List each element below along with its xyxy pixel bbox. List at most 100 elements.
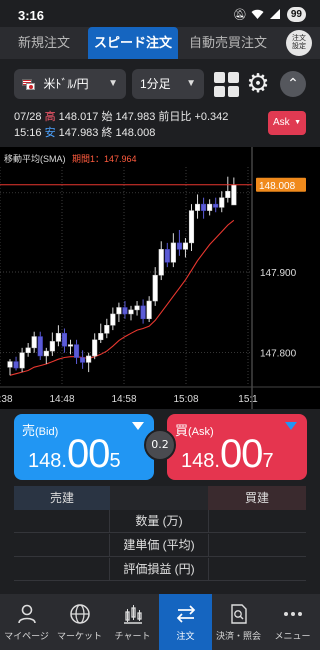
tab-auto-trade-order[interactable]: 自動売買注文: [178, 27, 278, 59]
x-tick-label: 15:08: [173, 394, 198, 405]
sma-line: [9, 219, 235, 376]
tab-speed-order[interactable]: スピード注文: [88, 27, 178, 59]
sell-quantity-cell: [14, 510, 110, 533]
candle-body: [92, 339, 98, 357]
candle-body: [13, 361, 19, 369]
sell-positions-header: 売建: [14, 486, 110, 510]
nav-label: 決済・照会: [215, 631, 261, 641]
positions-header-spacer: [110, 486, 208, 510]
high-value: 148.017: [58, 111, 99, 123]
buy-positions-header: 買建: [208, 486, 306, 510]
spread-badge: 0.2: [144, 429, 176, 461]
candle-body: [49, 341, 55, 352]
indicator-legend: 移動平均(SMA) 期間1：147.964: [4, 152, 137, 165]
nav-label: メニュー: [274, 631, 311, 641]
order-settings-line1: 注文: [292, 35, 306, 42]
nav-order[interactable]: 注文: [159, 594, 212, 650]
change-value: +0.342: [194, 111, 229, 123]
more-dots-icon: [283, 612, 302, 616]
candle-body: [122, 307, 128, 315]
globe-icon: [69, 604, 90, 624]
indicator-period: 期間1：147.964: [72, 154, 137, 164]
nav-market[interactable]: マーケット: [53, 594, 106, 650]
row-label-avg-price: 建単価 (平均): [123, 538, 195, 552]
candle-body: [86, 355, 92, 363]
status-icons: 🔕︎ 99: [233, 7, 306, 22]
layout-grid-icon[interactable]: [212, 70, 240, 98]
candle-body: [219, 197, 225, 208]
quote-date: 07/28: [14, 111, 42, 123]
gear-icon[interactable]: ⚙: [244, 70, 272, 98]
bid-price: 148.005: [28, 432, 121, 476]
y-tick-label: 147.900: [260, 268, 297, 279]
ask-toggle-label: Ask: [273, 117, 290, 128]
tick-down-icon: [285, 422, 297, 430]
row-label-pnl: 評価損益 (円): [123, 562, 195, 576]
timeframe-select[interactable]: 1分足 ▼: [132, 69, 204, 99]
candle-body: [152, 274, 158, 302]
candle-body: [195, 203, 201, 211]
y-tick-label: 147.800: [260, 349, 297, 360]
currency-pair-select[interactable]: 米ﾄﾞﾙ/円 ▼: [14, 69, 126, 99]
order-settings-button[interactable]: 注文 設定: [286, 30, 312, 56]
current-price-label: 148.008: [259, 181, 296, 192]
nav-label: チャート: [114, 631, 151, 641]
candle-body: [116, 307, 122, 315]
candle-body: [188, 210, 195, 244]
battery-indicator: 99: [286, 7, 306, 22]
quote-time: 15:16: [14, 127, 42, 139]
sell-pnl-cell: [14, 558, 110, 581]
nav-menu[interactable]: メニュー: [265, 594, 320, 650]
candle-body: [55, 333, 61, 342]
nav-settlement-inquiry[interactable]: 決済・照会: [212, 594, 265, 650]
mute-icon: 🔕︎: [232, 8, 247, 21]
person-icon: [17, 604, 36, 624]
chevron-up-icon[interactable]: ⌃: [280, 71, 306, 97]
quote-summary: 07/28 高 148.017 始 147.983 前日比 +0.342 15:…: [0, 109, 320, 145]
order-tabs: 新規注文 スピード注文 自動売買注文 注文 設定: [0, 27, 320, 59]
timeframe-value: 1分足: [140, 77, 171, 91]
ask-bid-toggle[interactable]: Ask ▼: [268, 111, 306, 135]
usd-jpy-flag-icon: [22, 78, 36, 91]
nav-chart[interactable]: チャート: [106, 594, 159, 650]
price-chart[interactable]: 148.008 147.900 147.800 14:38 14:48 14:58 15:0…: [0, 147, 320, 409]
candle-body: [37, 336, 43, 357]
quote-row-2: 15:16 安 147.983 終 148.008: [14, 125, 155, 141]
low-label: 安: [44, 127, 56, 139]
candle-body: [80, 357, 86, 363]
buy-ask-button[interactable]: 買(Ask) 148.007: [167, 414, 307, 480]
candle-body: [201, 203, 207, 211]
table-row: 数量 (万): [14, 510, 306, 533]
open-value: 147.983: [115, 111, 156, 123]
order-settings-line2: 設定: [292, 43, 306, 50]
candle-body: [25, 347, 31, 353]
candle-body: [170, 242, 176, 263]
sell-bid-button[interactable]: 売(Bid) 148.005: [14, 414, 154, 480]
candle-body: [231, 184, 237, 206]
candle-body: [61, 333, 68, 347]
candle-body: [31, 336, 37, 349]
candle-body: [213, 203, 219, 208]
candle-body: [74, 344, 80, 358]
buy-pnl-cell: [208, 558, 306, 581]
candlestick-chart[interactable]: 148.008 147.900 147.800 14:38 14:48 14:58 15:0…: [0, 147, 320, 409]
signal-icon: [269, 8, 282, 21]
candle-body: [164, 249, 170, 263]
positions-table: 売建 買建 数量 (万) 建単価 (平均) 評価損益 (円): [14, 486, 306, 594]
candle-body: [134, 305, 140, 311]
candle-body: [43, 350, 49, 357]
status-time: 3:16: [18, 8, 45, 23]
buy-quantity-cell: [208, 510, 306, 533]
quote-row-1: 07/28 高 148.017 始 147.983 前日比 +0.342: [14, 109, 228, 125]
transfer-icon: [176, 605, 195, 623]
x-tick-label: 14:58: [111, 394, 136, 405]
candle-body: [128, 309, 134, 315]
nav-mypage[interactable]: マイページ: [0, 594, 53, 650]
chart-controls: 米ﾄﾞﾙ/円 ▼ 1分足 ▼ ⚙ ⌃: [0, 59, 320, 109]
tab-new-order[interactable]: 新規注文: [0, 27, 88, 59]
candle-body: [176, 242, 182, 250]
nav-label: マイページ: [4, 631, 49, 641]
document-search-icon: [230, 604, 247, 624]
sell-avg-price-cell: [14, 534, 110, 557]
nav-label: 注文: [176, 631, 195, 641]
